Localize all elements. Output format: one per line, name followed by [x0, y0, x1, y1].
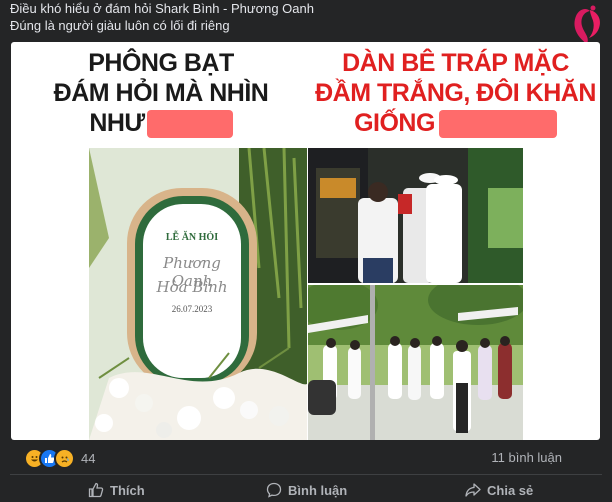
like-label: Thích: [110, 482, 145, 498]
sign-title: LỄ ĂN HỎI: [165, 232, 219, 243]
post-image[interactable]: PHÔNG BẠT ĐÁM HỎI MÀ NHÌN NHƯ DÀN BÊ TRÁ…: [11, 42, 600, 440]
comment-button[interactable]: Bình luận: [266, 482, 347, 498]
brand-logo-icon: [574, 5, 600, 45]
thumbs-up-icon: [88, 482, 104, 498]
backdrop-photo: LỄ ĂN HỎI Phương Oanh Hòa Bình 26.07.202…: [89, 148, 307, 440]
right-heading-line-3: GIỐNG: [354, 109, 435, 137]
comment-icon: [266, 482, 282, 498]
left-heading-line-3: NHƯ: [89, 109, 145, 137]
redaction-block: [146, 110, 233, 139]
procession-photo: [308, 285, 523, 440]
share-label: Chia sẻ: [487, 482, 534, 498]
post-caption: Điều khó hiểu ở đám hỏi Shark Bình - Phư…: [10, 0, 570, 34]
share-icon: [465, 483, 481, 497]
reaction-summary[interactable]: 44: [24, 447, 96, 469]
right-heading: DÀN BÊ TRÁP MẶC ĐẦM TRẮNG, ĐÔI KHĂN GIỐN…: [311, 42, 600, 156]
caption-line-2: Đúng là người giàu luôn có lối đi riêng: [10, 18, 230, 33]
action-divider: [10, 474, 602, 475]
comment-label: Bình luận: [288, 482, 348, 498]
right-heading-line-1: DÀN BÊ TRÁP MẶC: [342, 49, 569, 77]
right-heading-line-2: ĐẦM TRẮNG, ĐÔI KHĂN: [315, 79, 596, 107]
action-bar: Thích Bình luận Chia sẻ: [10, 482, 602, 502]
comment-count-link[interactable]: 11 bình luận: [491, 450, 562, 465]
sign-name-2: Hòa Bình: [156, 278, 228, 296]
share-button[interactable]: Chia sẻ: [465, 482, 533, 498]
redaction-block: [438, 110, 557, 139]
tray-bearers-photo: [308, 148, 523, 283]
like-button[interactable]: Thích: [88, 482, 145, 498]
sign-date: 26.07.2023: [171, 304, 213, 314]
left-heading: PHÔNG BẠT ĐÁM HỎI MÀ NHÌN NHƯ: [11, 42, 311, 156]
caption-line-1: Điều khó hiểu ở đám hỏi Shark Bình - Phư…: [10, 1, 314, 16]
left-heading-line-2: ĐÁM HỎI MÀ NHÌN: [53, 79, 269, 107]
left-heading-line-1: PHÔNG BẠT: [88, 49, 234, 77]
reaction-count: 44: [81, 450, 96, 466]
sad-icon: [54, 447, 75, 469]
